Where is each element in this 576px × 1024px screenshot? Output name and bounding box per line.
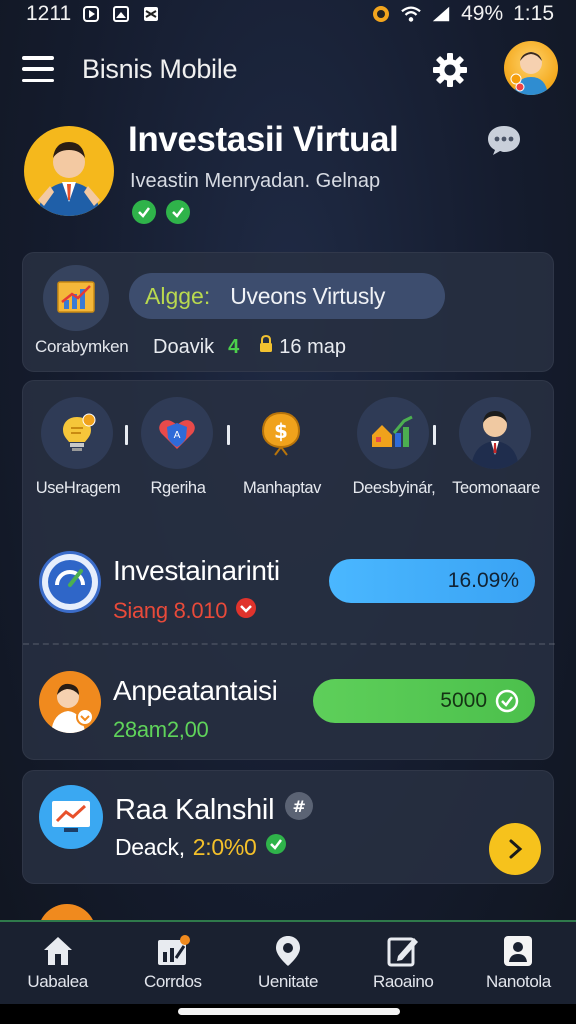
nav-label: Corrdos — [143, 972, 202, 991]
pill-text: Uveons Virtusly — [230, 282, 386, 309]
location-icon — [271, 934, 305, 968]
status-bar: 1211 49% 1:15 — [0, 0, 576, 28]
category-label: Manhaptav — [242, 479, 322, 497]
trend-chart-icon — [39, 785, 103, 849]
investment-row[interactable]: Anpeatantaisi 28am2,00 5000 — [23, 661, 555, 761]
virtual-pill-button[interactable]: Algge: Uveons Virtusly — [129, 273, 445, 319]
feature-title: Raa Kalnshil — [115, 793, 275, 826]
summary-meta: Doavik 4 16 map — [153, 334, 346, 359]
coin-bag-icon: $ — [245, 397, 317, 469]
row-value: 28am2,00 — [113, 717, 209, 742]
category-item[interactable]: $ Manhaptav — [227, 395, 337, 505]
chart-gauge-icon — [39, 551, 101, 613]
status-right: 49% 1:15 — [371, 2, 554, 26]
feature-title-row: Raa Kalnshil # — [115, 791, 314, 829]
image-icon — [111, 4, 131, 24]
check-icon — [495, 689, 519, 713]
home-indicator[interactable] — [178, 1008, 400, 1015]
menu-icon[interactable] — [22, 56, 54, 82]
svg-text:A: A — [174, 430, 181, 441]
check-icon — [166, 200, 190, 224]
svg-text:#: # — [293, 797, 306, 816]
nav-label: Nanotola — [485, 972, 551, 991]
chevron-right-icon[interactable] — [489, 823, 541, 875]
status-left: 1211 — [26, 2, 161, 26]
category-row: UseHragem A Rgeriha $ Manhaptav Deesbyin… — [23, 395, 555, 505]
divider — [433, 425, 436, 445]
house-chart-icon — [357, 397, 429, 469]
investment-card: UseHragem A Rgeriha $ Manhaptav Deesbyin… — [22, 380, 555, 761]
progress-pill[interactable]: 5000 — [313, 679, 535, 723]
lightbulb-icon — [41, 397, 113, 469]
meta-value: 16 map — [279, 335, 346, 358]
avatar[interactable] — [504, 41, 558, 95]
row-subtitle: 28am2,00 — [113, 717, 209, 743]
heart-shield-icon: A — [141, 397, 213, 469]
feature-sub-label: Deack, — [115, 833, 185, 860]
category-item[interactable]: Teomonaare — [441, 395, 551, 505]
status-time-left: 1211 — [26, 2, 72, 25]
row-title: Anpeatantaisi — [113, 675, 278, 706]
app-title: Bisnis Mobile — [82, 53, 238, 84]
profile-icon — [501, 934, 535, 968]
feature-card[interactable]: Raa Kalnshil # Deack, 2:0%0 — [22, 770, 554, 884]
row-subtitle: Siang 8.010 — [113, 597, 257, 625]
nav-item-cards[interactable]: Corrdos — [115, 922, 230, 1004]
progress-value: 5000 — [440, 689, 487, 712]
app-bar: Bisnis Mobile — [0, 40, 576, 98]
businessman-icon — [459, 397, 531, 469]
nav-label: Uenitate — [257, 972, 319, 991]
feature-subtitle: Deack, 2:0%0 — [115, 833, 287, 861]
check-icon — [132, 200, 156, 224]
divider — [23, 643, 555, 645]
bottom-nav: Uabalea Corrdos Uenitate Raoaino Nanotol… — [0, 920, 576, 1004]
verification-badges — [132, 200, 190, 224]
category-label: Teomonaare — [452, 479, 540, 497]
nav-item-location[interactable]: Uenitate — [230, 922, 345, 1004]
gallery-icon — [141, 4, 161, 24]
feature-sub-value: 2:0%0 — [192, 833, 257, 860]
row-value: Siang 8.010 — [113, 598, 228, 623]
lock-icon — [259, 334, 273, 359]
meta-label: Doavik — [153, 335, 215, 358]
category-item[interactable]: A Rgeriha — [123, 395, 233, 505]
page-title: Investasii Virtual — [128, 120, 399, 159]
edit-doc-icon — [386, 934, 420, 968]
nav-label: Uabalea — [27, 972, 88, 991]
row-title: Investainarinti — [113, 555, 280, 586]
meta-count: 4 — [228, 335, 240, 358]
chart-card-icon — [156, 934, 190, 968]
home-icon — [41, 934, 75, 968]
category-item[interactable]: Deesbyinár, — [339, 395, 449, 505]
alarm-icon — [371, 4, 391, 24]
battery-percent: 49% — [461, 2, 504, 25]
gear-icon[interactable] — [432, 52, 468, 88]
profile-avatar — [24, 126, 114, 216]
page-subtitle: Iveastin Menryadan. Gelnap — [130, 170, 381, 192]
hero-section: Investasii Virtual Iveastin Menryadan. G… — [24, 120, 554, 226]
play-icon — [81, 4, 101, 24]
nav-item-home[interactable]: Uabalea — [0, 922, 115, 1004]
wifi-icon — [401, 4, 421, 24]
tag-icon: # — [284, 791, 314, 829]
bar-chart-icon[interactable] — [43, 265, 109, 331]
summary-icon-label: Corabymken — [35, 337, 129, 356]
investment-row[interactable]: Investainarinti Siang 8.010 16.09% — [23, 541, 555, 641]
nav-item-profile[interactable]: Nanotola — [461, 922, 576, 1004]
nav-label: Raoaino — [372, 972, 434, 991]
summary-card[interactable]: Corabymken Algge: Uveons Virtusly Doavik… — [22, 252, 554, 372]
down-icon — [235, 597, 257, 625]
chat-icon[interactable] — [486, 124, 522, 156]
person-icon — [39, 671, 101, 733]
progress-pill[interactable]: 16.09% — [329, 559, 535, 603]
svg-text:$: $ — [274, 419, 288, 443]
clock: 1:15 — [513, 2, 554, 25]
signal-icon — [431, 4, 451, 24]
pill-accent: Algge: — [145, 282, 211, 309]
nav-item-edit[interactable]: Raoaino — [346, 922, 461, 1004]
check-icon — [265, 833, 287, 861]
